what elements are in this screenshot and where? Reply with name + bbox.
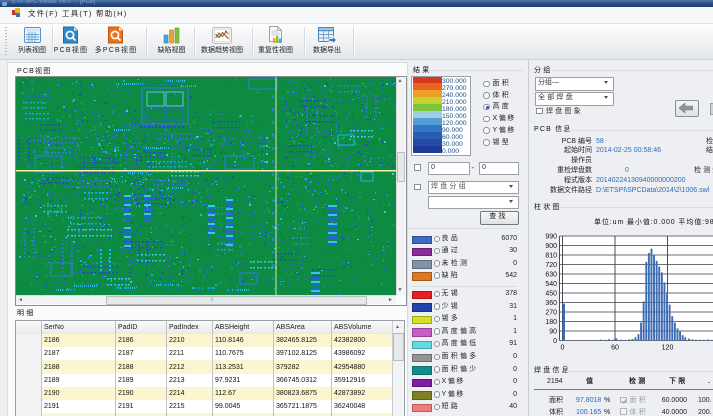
svg-text:450: 450 bbox=[545, 290, 557, 297]
svg-text:900: 900 bbox=[545, 243, 557, 250]
svg-text:0: 0 bbox=[553, 338, 557, 345]
svg-text:990: 990 bbox=[545, 233, 557, 240]
svg-text:720: 720 bbox=[545, 262, 557, 269]
svg-text:630: 630 bbox=[545, 271, 557, 278]
svg-text:180: 180 bbox=[545, 319, 557, 326]
svg-text:810: 810 bbox=[545, 252, 557, 259]
svg-text:120: 120 bbox=[662, 345, 674, 352]
svg-text:540: 540 bbox=[545, 281, 557, 288]
svg-text:60: 60 bbox=[611, 345, 619, 352]
svg-text:270: 270 bbox=[545, 309, 557, 316]
svg-text:360: 360 bbox=[545, 300, 557, 307]
svg-text:0: 0 bbox=[561, 345, 565, 352]
svg-text:90: 90 bbox=[549, 328, 557, 335]
